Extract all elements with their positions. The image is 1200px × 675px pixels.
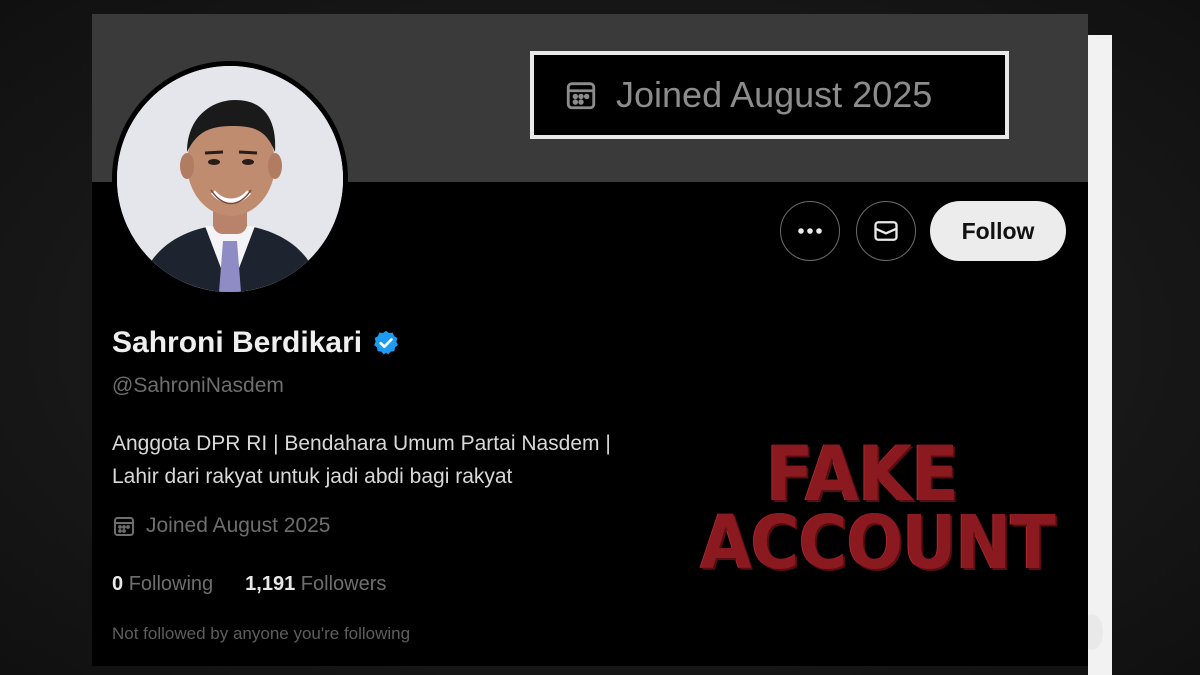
joined-date-text: Joined August 2025	[146, 514, 331, 537]
screenshot-stage: Joined August 2025 Follow Sahroni Berdik…	[0, 0, 1200, 675]
profile-handle: @SahroniNasdem	[112, 374, 284, 397]
more-horizontal-icon	[798, 228, 822, 234]
follow-button[interactable]: Follow	[930, 201, 1066, 261]
profile-bio: Anggota DPR RI | Bendahara Umum Partai N…	[112, 427, 611, 493]
fake-account-stamp: FAKE ACCOUNT	[682, 429, 1056, 586]
bio-line: Anggota DPR RI | Bendahara Umum Partai N…	[112, 432, 611, 455]
display-name: Sahroni Berdikari	[112, 326, 363, 359]
following-label: Following	[128, 573, 214, 595]
following-link[interactable]: 0 Following	[112, 573, 213, 596]
paper-edge	[1088, 35, 1112, 675]
stamp-line: ACCOUNT	[700, 499, 1056, 586]
calendar-icon	[114, 517, 134, 536]
followers-count: 1,191	[245, 573, 296, 595]
calendar-icon	[566, 82, 596, 110]
name-row: Sahroni Berdikari	[112, 326, 400, 360]
bio-line: Lahir dari rakyat untuk jadi abdi bagi r…	[112, 465, 513, 488]
following-count: 0	[112, 573, 124, 595]
stamp-line: FAKE	[765, 429, 959, 518]
joined-date-row: Joined August 2025	[112, 514, 331, 538]
joined-date-callout: Joined August 2025	[530, 51, 1009, 139]
not-followed-note: Not followed by anyone you're following	[112, 624, 411, 643]
followers-link[interactable]: 1,191 Followers	[245, 573, 386, 596]
envelope-icon	[874, 221, 898, 241]
more-options-button[interactable]	[780, 201, 840, 261]
follow-stats: 0 Following 1,191 Followers	[112, 573, 386, 596]
followers-label: Followers	[300, 573, 387, 595]
profile-card: Joined August 2025 Follow Sahroni Berdik…	[92, 14, 1088, 666]
verified-badge-icon	[374, 330, 398, 355]
message-button[interactable]	[856, 201, 916, 261]
avatar[interactable]	[112, 61, 348, 297]
joined-callout-text: Joined August 2025	[616, 74, 933, 115]
profile-photo	[117, 66, 343, 292]
